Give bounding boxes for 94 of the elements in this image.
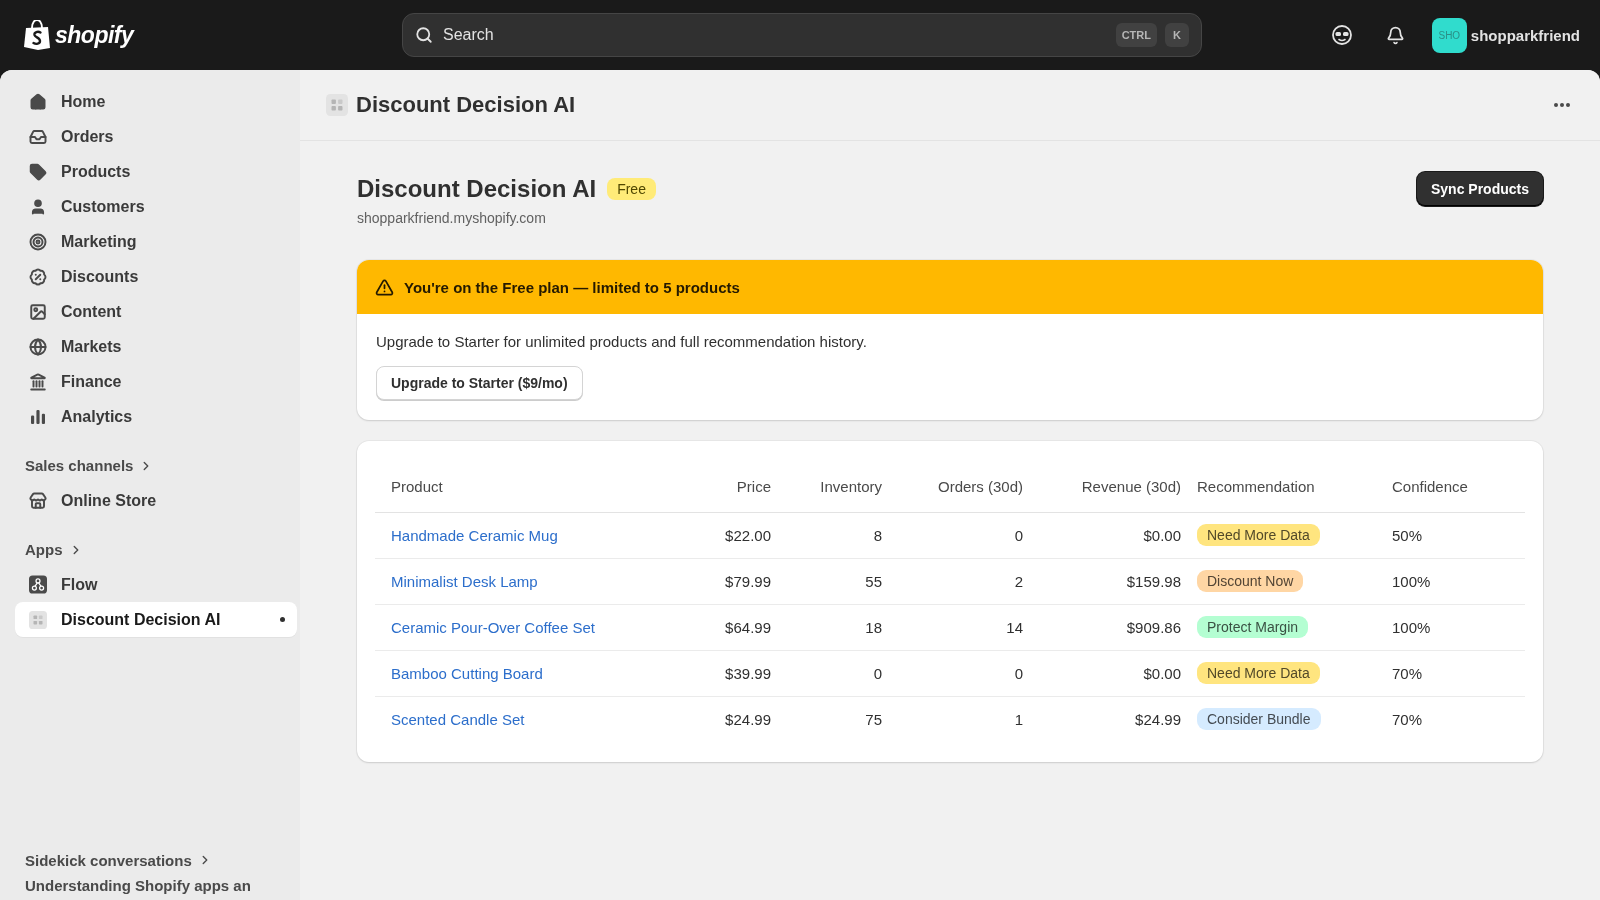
shortcut-key: K: [1165, 23, 1189, 47]
product-link[interactable]: Bamboo Cutting Board: [391, 664, 543, 682]
sidebar-item[interactable]: Analytics: [15, 399, 297, 434]
table-cell: 70%: [1384, 696, 1525, 742]
table-cell: 14: [890, 604, 1031, 650]
column-header: Recommendation: [1189, 461, 1384, 512]
sidebar-item[interactable]: Flow: [15, 567, 297, 602]
product-link[interactable]: Ceramic Pour-Over Coffee Set: [391, 618, 595, 636]
sidebar-item[interactable]: Discounts: [15, 259, 297, 294]
banner-text: Upgrade to Starter for unlimited products and full recommendation history.: [376, 333, 867, 350]
person-icon: [29, 197, 47, 216]
app-title: Discount Decision AI: [356, 92, 577, 118]
column-header: Product: [375, 461, 705, 512]
product-link[interactable]: Scented Candle Set: [391, 710, 525, 728]
sidebar-item[interactable]: Home: [15, 84, 297, 119]
table-cell: 18: [779, 604, 890, 650]
product-link[interactable]: Handmade Ceramic Mug: [391, 526, 558, 544]
app-grid-icon: [29, 610, 47, 629]
bar-chart-icon: [31, 409, 45, 424]
sync-products-button[interactable]: Sync Products: [1416, 172, 1543, 206]
sidebar-item[interactable]: Markets: [15, 329, 297, 364]
table-cell: $159.98: [1031, 558, 1189, 604]
upgrade-button[interactable]: Upgrade to Starter ($9/mo): [376, 366, 583, 400]
table-cell: $909.86: [1031, 604, 1189, 650]
target-icon: [29, 232, 47, 251]
bell-icon: [1386, 25, 1406, 45]
table-cell: $24.99: [705, 696, 779, 742]
table-cell: $64.99: [705, 604, 779, 650]
recommendation-tag: Protect Margin: [1197, 616, 1309, 638]
table-cell: 70%: [1384, 650, 1525, 696]
recommendation-tag: Consider Bundle: [1197, 708, 1321, 731]
recommendation-tag: Need More Data: [1197, 524, 1320, 546]
column-header: Price: [705, 461, 779, 512]
section-heading[interactable]: Sidekick conversations: [15, 844, 222, 876]
logo-text: shopify: [55, 21, 134, 49]
section-heading[interactable]: Sales channels: [15, 448, 164, 483]
table-cell: 0: [890, 512, 1031, 558]
dot-icon: [280, 617, 285, 622]
table-cell: 0: [890, 650, 1031, 696]
image-icon: [29, 302, 47, 321]
more-icon: [1554, 103, 1570, 107]
plan-badge: Free: [607, 178, 656, 200]
sidebar-item[interactable]: Customers: [15, 189, 297, 224]
banner-title: You're on the Free plan — limited to 5 products: [404, 278, 740, 296]
search-icon: [415, 26, 433, 44]
sidebar-item[interactable]: Content: [15, 294, 297, 329]
inbox-icon: [29, 127, 47, 146]
recommendation-tag: Need More Data: [1197, 662, 1320, 684]
column-header: Orders (30d): [890, 461, 1031, 512]
shortcut-key: CTRL: [1115, 23, 1157, 47]
sidebar-item[interactable]: Finance: [15, 364, 297, 399]
recommendation-tag: Discount Now: [1197, 570, 1304, 592]
account-name[interactable]: shopparkfriend: [1470, 26, 1580, 44]
sidebar-item[interactable]: Marketing: [15, 224, 297, 259]
table-cell: 0: [779, 650, 890, 696]
connected-nodes-icon: [29, 575, 47, 594]
table-cell: $0.00: [1031, 512, 1189, 558]
glasses-face-icon: [1331, 25, 1352, 45]
app-grid-icon: [326, 94, 348, 116]
search-input[interactable]: Search: [441, 20, 1108, 50]
home-icon: [29, 92, 47, 111]
table-cell: 100%: [1384, 604, 1525, 650]
shopping-bag-icon: [24, 20, 50, 50]
table-cell: 50%: [1384, 512, 1525, 558]
store-icon: [29, 491, 47, 510]
table-cell: 8: [779, 512, 890, 558]
column-header: Revenue (30d): [1031, 461, 1189, 512]
table-cell: 75: [779, 696, 890, 742]
section-heading[interactable]: Apps: [15, 532, 93, 567]
percent-badge-icon: [29, 267, 47, 286]
table-cell: $22.00: [705, 512, 779, 558]
table-cell: $39.99: [705, 650, 779, 696]
tag-icon: [29, 162, 47, 181]
search-field[interactable]: Search CTRL K: [402, 13, 1202, 57]
column-header: Confidence: [1384, 461, 1525, 512]
table-cell: $24.99: [1031, 696, 1189, 742]
sidebar-item[interactable]: Discount Decision AI: [15, 602, 297, 637]
table-cell: 2: [890, 558, 1031, 604]
sidebar-item[interactable]: Online Store: [15, 483, 297, 518]
conversation-link[interactable]: Understanding Shopify apps an: [15, 876, 297, 896]
table-cell: $0.00: [1031, 650, 1189, 696]
sidebar-item[interactable]: Orders: [15, 119, 297, 154]
bank-icon: [29, 372, 47, 391]
product-link[interactable]: Minimalist Desk Lamp: [391, 572, 538, 590]
table-cell: 100%: [1384, 558, 1525, 604]
table-cell: 55: [779, 558, 890, 604]
page-title: Discount Decision AI: [357, 174, 597, 204]
store-domain: shopparkfriend.myshopify.com: [357, 210, 547, 226]
table-cell: 1: [890, 696, 1031, 742]
globe-icon: [29, 337, 47, 356]
warning-icon: [375, 277, 394, 297]
column-header: Inventory: [779, 461, 890, 512]
sidebar-item[interactable]: Products: [15, 154, 297, 189]
table-cell: $79.99: [705, 558, 779, 604]
